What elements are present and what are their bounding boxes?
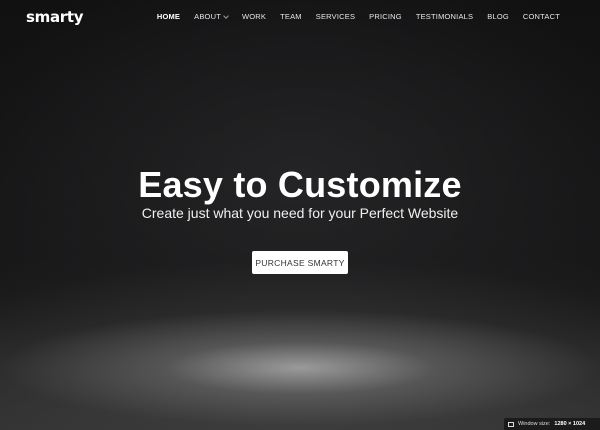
site-logo[interactable]: smarty	[26, 8, 84, 26]
window-size-label: Window size:	[518, 421, 551, 427]
nav-item-blog[interactable]: BLOG	[487, 12, 509, 21]
nav-item-label: SERVICES	[315, 12, 356, 21]
chevron-down-icon	[223, 12, 229, 19]
nav-item-testimonials[interactable]: TESTIMONIALS	[416, 12, 473, 21]
nav-item-label: CONTACT	[522, 12, 560, 21]
nav-item-label: PRICING	[369, 12, 402, 21]
nav-item-pricing[interactable]: PRICING	[369, 12, 402, 21]
window-icon	[508, 421, 514, 427]
hero-subtitle: Create just what you need for your Perfe…	[141, 205, 459, 221]
nav-item-label: BLOG	[487, 12, 509, 21]
nav-item-home[interactable]: HOME	[157, 12, 180, 21]
nav-item-label: WORK	[241, 12, 267, 21]
nav-item-label: TEAM	[280, 12, 302, 21]
nav-item-label: TESTIMONIALS	[415, 12, 474, 21]
hero-background: smarty HOME ABOUT WORK TEAM SERVICES PRI…	[0, 0, 600, 430]
hero-title: Easy to Customize	[138, 164, 462, 205]
purchase-button[interactable]: PURCHASE SMARTY	[252, 251, 348, 274]
main-nav: HOME ABOUT WORK TEAM SERVICES PRICING TE…	[157, 12, 560, 21]
nav-item-team[interactable]: TEAM	[280, 12, 302, 21]
nav-item-contact[interactable]: CONTACT	[523, 12, 560, 21]
top-navbar: smarty HOME ABOUT WORK TEAM SERVICES PRI…	[0, 0, 600, 36]
window-size-value: 1280 × 1024	[554, 421, 586, 427]
nav-item-work[interactable]: WORK	[242, 12, 266, 21]
nav-item-about[interactable]: ABOUT	[194, 12, 229, 21]
nav-item-services[interactable]: SERVICES	[316, 12, 355, 21]
window-size-indicator: Window size: 1280 × 1024	[504, 418, 600, 430]
nav-item-label: ABOUT	[194, 12, 221, 21]
nav-item-label: HOME	[156, 12, 181, 21]
